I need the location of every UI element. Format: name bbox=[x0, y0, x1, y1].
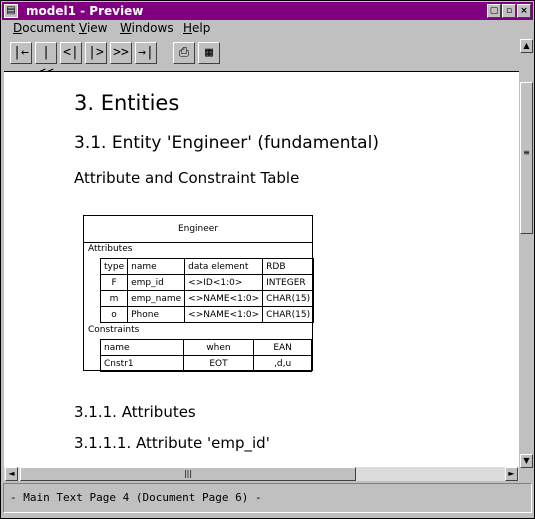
horizontal-scroll-thumb[interactable]: ||| bbox=[20, 467, 356, 481]
page-setup-icon: ▦ bbox=[205, 45, 213, 60]
next-fast-button[interactable]: >> bbox=[110, 42, 132, 64]
window-title: model1 - Preview bbox=[26, 4, 144, 18]
heading-attribute-emp-id: 3.1.1.1. Attribute 'emp_id' bbox=[74, 434, 270, 452]
print-icon: ⎙ bbox=[178, 45, 190, 60]
col-header: name bbox=[100, 339, 184, 356]
constraints-grid: name when EAN Cnstr1 EOT ,d,u bbox=[100, 339, 312, 372]
col-header: name bbox=[127, 258, 186, 275]
first-page-icon: |← bbox=[13, 45, 29, 60]
table-cell: m bbox=[99, 290, 129, 307]
table-cell: emp_name bbox=[127, 290, 186, 307]
table-cell: CHAR(15) bbox=[262, 290, 315, 307]
system-menu-icon[interactable]: ▤ bbox=[4, 4, 18, 18]
minimize-icon[interactable]: ▢ bbox=[487, 4, 501, 18]
next-page-fast-icon: >> bbox=[113, 45, 129, 60]
attributes-label: Attributes bbox=[88, 244, 133, 254]
table-row: m emp_name <>NAME<1:0> CHAR(15) bbox=[99, 290, 315, 307]
table-row: F emp_id <>ID<1:0> INTEGER bbox=[99, 274, 315, 291]
last-page-button[interactable]: →| bbox=[135, 42, 157, 64]
table-cell: INTEGER bbox=[262, 274, 315, 291]
heading-attribute-table: Attribute and Constraint Table bbox=[74, 169, 300, 187]
table-cell: F bbox=[99, 274, 129, 291]
col-header: data element bbox=[184, 258, 264, 275]
horizontal-scrollbar[interactable]: ◄ ||| ► bbox=[4, 467, 519, 481]
scroll-down-icon[interactable]: ▼ bbox=[520, 454, 533, 468]
first-page-button[interactable]: |← bbox=[10, 42, 32, 64]
grip-icon: ||| bbox=[183, 469, 193, 478]
table-row: o Phone <>NAME<1:0> CHAR(15) bbox=[99, 306, 315, 323]
table-cell: <>ID<1:0> bbox=[184, 274, 264, 291]
restore-icon[interactable]: ▫ bbox=[502, 4, 516, 18]
menu-bar: Document View Windows Help bbox=[2, 20, 533, 37]
document-page[interactable]: 3. Entities 3.1. Entity 'Engineer' (fund… bbox=[4, 71, 519, 467]
page-top-rule bbox=[4, 71, 519, 72]
col-header: RDB bbox=[262, 258, 315, 275]
toolbar: |← |<< <| |> >> →| ⎙ ▦ bbox=[2, 38, 519, 80]
status-text: - Main Text Page 4 (Document Page 6) - bbox=[10, 491, 262, 504]
table-cell: <>NAME<1:0> bbox=[184, 290, 264, 307]
scroll-left-icon[interactable]: ◄ bbox=[5, 467, 18, 481]
vertical-scroll-thumb[interactable]: ≡ bbox=[520, 82, 533, 234]
vertical-scrollbar[interactable]: ▲ ≡ ▼ bbox=[519, 38, 534, 469]
constraints-label: Constraints bbox=[88, 325, 140, 335]
scroll-up-icon[interactable]: ▲ bbox=[520, 39, 533, 53]
col-header: EAN bbox=[253, 339, 312, 356]
attributes-header-row: type name data element RDB bbox=[99, 258, 315, 275]
table-row: Cnstr1 EOT ,d,u bbox=[100, 355, 312, 372]
constraints-header-row: name when EAN bbox=[100, 339, 312, 356]
menu-windows[interactable]: Windows bbox=[120, 21, 174, 35]
prev-page-button[interactable]: <| bbox=[60, 42, 82, 64]
status-bar: - Main Text Page 4 (Document Page 6) - bbox=[3, 483, 532, 513]
prev-fast-button[interactable]: |<< bbox=[35, 42, 57, 80]
close-icon[interactable]: × bbox=[517, 4, 531, 18]
last-page-icon: →| bbox=[138, 45, 154, 60]
col-header: when bbox=[182, 339, 255, 356]
table-cell: EOT bbox=[182, 355, 255, 372]
table-cell: Phone bbox=[127, 306, 186, 323]
menu-help[interactable]: Help bbox=[183, 21, 210, 35]
print-button[interactable]: ⎙ bbox=[173, 42, 195, 64]
entity-table: Engineer Attributes type name data eleme… bbox=[83, 215, 315, 372]
entity-table-title: Engineer bbox=[84, 216, 312, 243]
prev-page-icon: <| bbox=[63, 45, 79, 60]
menu-document[interactable]: Document bbox=[13, 21, 75, 35]
grip-icon: ≡ bbox=[523, 148, 530, 157]
heading-attributes: 3.1.1. Attributes bbox=[74, 403, 196, 421]
table-cell: CHAR(15) bbox=[262, 306, 315, 323]
next-page-icon: |> bbox=[88, 45, 104, 60]
attributes-grid: type name data element RDB F emp_id <>ID… bbox=[99, 258, 315, 323]
table-cell: emp_id bbox=[127, 274, 186, 291]
col-header: type bbox=[99, 258, 129, 275]
table-cell: o bbox=[99, 306, 129, 323]
table-cell: Cnstr1 bbox=[100, 355, 184, 372]
heading-entity-engineer: 3.1. Entity 'Engineer' (fundamental) bbox=[74, 133, 379, 153]
next-page-button[interactable]: |> bbox=[85, 42, 107, 64]
page-setup-button[interactable]: ▦ bbox=[198, 42, 220, 64]
heading-entities: 3. Entities bbox=[74, 91, 180, 115]
scroll-right-icon[interactable]: ► bbox=[505, 467, 518, 481]
table-cell: <>NAME<1:0> bbox=[184, 306, 264, 323]
preview-window: ▤ model1 - Preview ▢ ▫ × Document View W… bbox=[0, 0, 535, 519]
table-cell: ,d,u bbox=[253, 355, 312, 372]
menu-view[interactable]: View bbox=[79, 21, 107, 35]
title-bar[interactable]: ▤ model1 - Preview ▢ ▫ × bbox=[2, 2, 533, 20]
